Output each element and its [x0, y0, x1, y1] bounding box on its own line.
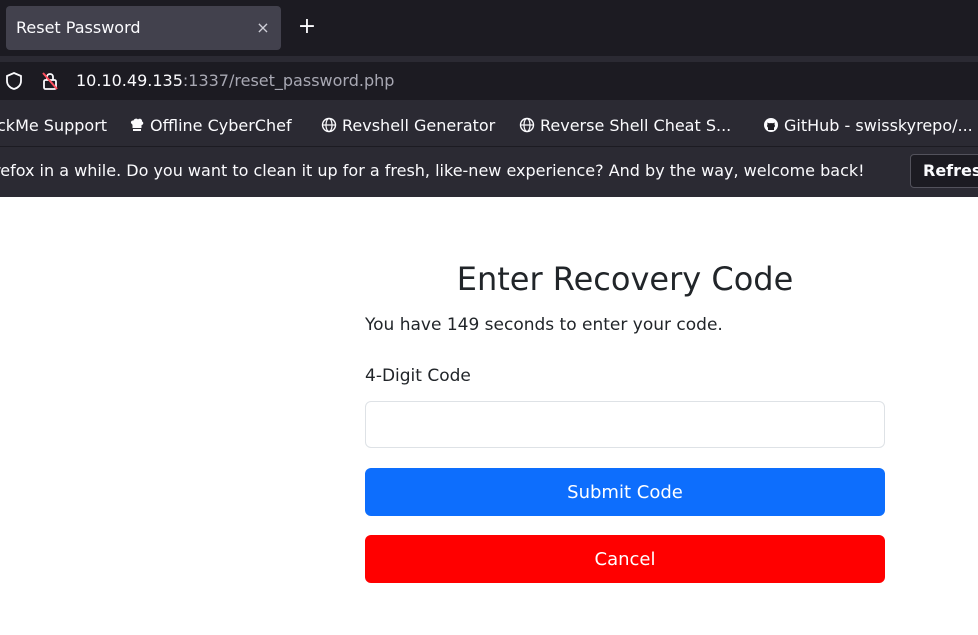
- globe-icon: [518, 116, 536, 136]
- bookmarks-toolbar: ckMe Support Offline CyberChef Revshell …: [0, 106, 978, 146]
- chef-hat-icon: [128, 116, 146, 136]
- page-title: Enter Recovery Code: [456, 260, 794, 298]
- shield-icon[interactable]: [4, 71, 24, 91]
- bookmark-reverse-shell-cheat[interactable]: Reverse Shell Cheat S...: [518, 116, 731, 136]
- insecure-lock-icon[interactable]: [40, 71, 60, 91]
- cancel-button[interactable]: Cancel: [365, 535, 885, 583]
- bookmark-github-swisskyrepo[interactable]: GitHub - swisskyrepo/...: [762, 116, 973, 136]
- bookmark-label: Revshell Generator: [342, 116, 496, 135]
- tab-title: Reset Password: [16, 18, 141, 37]
- countdown-text: You have 149 seconds to enter your code.: [365, 315, 723, 335]
- bookmark-hackme-support[interactable]: ckMe Support: [0, 116, 107, 136]
- tab-strip: Reset Password × +: [0, 0, 978, 56]
- bookmark-revshell-generator[interactable]: Revshell Generator: [320, 116, 495, 136]
- refresh-button[interactable]: Refresh: [910, 154, 978, 188]
- bookmark-label: ckMe Support: [0, 116, 108, 135]
- bookmark-label: Reverse Shell Cheat S...: [540, 116, 732, 135]
- notification-bar: refox in a while. Do you want to clean i…: [0, 146, 978, 197]
- navigation-bar: 10.10.49.135:1337/reset_password.php: [0, 56, 978, 106]
- bookmark-offline-cyberchef[interactable]: Offline CyberChef: [128, 116, 292, 136]
- tab-reset-password[interactable]: Reset Password ×: [6, 6, 281, 50]
- globe-icon: [320, 116, 338, 136]
- url-text[interactable]: 10.10.49.135:1337/reset_password.php: [76, 71, 394, 91]
- close-icon[interactable]: ×: [251, 16, 275, 40]
- recovery-code-input[interactable]: [365, 401, 885, 448]
- github-icon: [762, 116, 780, 136]
- url-host: 10.10.49.135: [76, 71, 183, 90]
- bookmark-label: Offline CyberChef: [150, 116, 292, 135]
- notification-message: refox in a while. Do you want to clean i…: [0, 161, 865, 180]
- bookmark-label: GitHub - swisskyrepo/...: [784, 116, 973, 135]
- submit-code-button[interactable]: Submit Code: [365, 468, 885, 516]
- new-tab-icon[interactable]: +: [295, 15, 319, 39]
- browser-chrome: Reset Password × + 10.10.49.135:1337/res…: [0, 0, 978, 197]
- url-bar[interactable]: 10.10.49.135:1337/reset_password.php: [0, 62, 978, 100]
- page-content: Enter Recovery Code You have 149 seconds…: [0, 197, 978, 635]
- url-path: :1337/reset_password.php: [182, 71, 395, 90]
- code-field-label: 4-Digit Code: [365, 366, 471, 386]
